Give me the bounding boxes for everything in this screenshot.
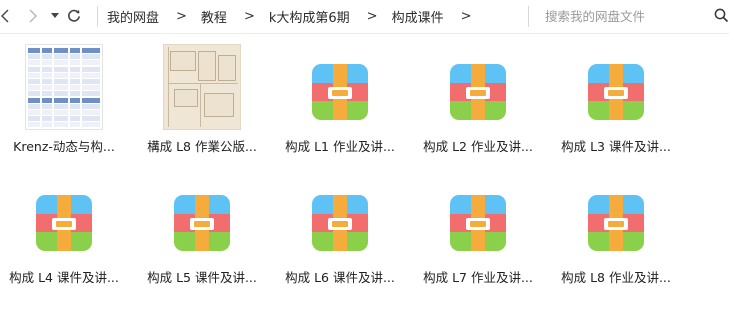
file-item-archive[interactable]: 构成 L4 课件及讲... xyxy=(0,165,133,295)
file-item-archive[interactable]: 构成 L7 作业及讲... xyxy=(409,165,547,295)
file-name: 构成 L5 课件及讲... xyxy=(147,270,257,285)
archive-icon xyxy=(588,64,644,120)
back-button[interactable] xyxy=(0,5,10,27)
file-thumbnail xyxy=(547,44,685,130)
file-item-spreadsheet[interactable]: Krenz-动态与构... xyxy=(0,34,133,164)
floorplan-thumbnail-icon xyxy=(163,44,241,130)
breadcrumb-separator-icon[interactable]: > xyxy=(244,9,255,24)
search-input[interactable] xyxy=(529,5,715,27)
file-item-archive[interactable]: 构成 L3 课件及讲... xyxy=(547,34,685,164)
caret-down-icon xyxy=(51,13,59,18)
file-item-archive[interactable]: 构成 L6 课件及讲... xyxy=(271,165,409,295)
breadcrumb-item-root[interactable]: 我的网盘 xyxy=(107,7,159,26)
file-name: 构成 L7 作业及讲... xyxy=(423,270,533,285)
breadcrumb: 我的网盘 > 教程 > k大构成第6期 > 构成课件 > xyxy=(107,0,485,33)
breadcrumb-separator-icon[interactable]: > xyxy=(367,9,378,24)
breadcrumb-item-course[interactable]: k大构成第6期 xyxy=(269,7,350,26)
archive-icon xyxy=(36,195,92,251)
file-name: 构成 L2 作业及讲... xyxy=(423,139,533,154)
search-box xyxy=(529,5,729,27)
chevron-right-icon xyxy=(29,9,37,23)
file-thumbnail xyxy=(0,175,133,261)
toolbar-divider xyxy=(97,6,98,27)
file-thumbnail xyxy=(0,44,133,130)
file-thumbnail xyxy=(271,44,409,130)
file-grid: Krenz-动态与构... 構成 L8 作業公版... 构成 L1 作业及讲..… xyxy=(0,34,729,309)
file-thumbnail xyxy=(133,44,271,130)
history-dropdown-button[interactable] xyxy=(49,5,61,27)
forward-button[interactable] xyxy=(27,5,39,27)
file-thumbnail xyxy=(409,175,547,261)
search-icon[interactable] xyxy=(714,8,729,23)
archive-icon xyxy=(588,195,644,251)
file-thumbnail xyxy=(547,175,685,261)
file-name: 构成 L8 作业及讲... xyxy=(561,270,671,285)
chevron-left-icon xyxy=(1,9,9,23)
file-item-archive[interactable]: 构成 L2 作业及讲... xyxy=(409,34,547,164)
toolbar: 我的网盘 > 教程 > k大构成第6期 > 构成课件 > xyxy=(0,0,729,34)
file-name: 构成 L1 作业及讲... xyxy=(285,139,395,154)
file-item-archive[interactable]: 构成 L8 作业及讲... xyxy=(547,165,685,295)
file-item-archive[interactable]: 构成 L5 课件及讲... xyxy=(133,165,271,295)
file-thumbnail xyxy=(133,175,271,261)
breadcrumb-separator-icon[interactable]: > xyxy=(176,9,187,24)
file-name: 構成 L8 作業公版... xyxy=(147,139,257,154)
file-name: 构成 L4 课件及讲... xyxy=(9,270,119,285)
archive-icon xyxy=(312,64,368,120)
archive-icon xyxy=(312,195,368,251)
file-name: Krenz-动态与构... xyxy=(13,139,115,154)
archive-icon xyxy=(174,195,230,251)
breadcrumb-separator-icon[interactable]: > xyxy=(461,9,472,24)
refresh-icon xyxy=(68,9,80,22)
breadcrumb-item-tutorials[interactable]: 教程 xyxy=(201,7,227,26)
file-item-floorplan[interactable]: 構成 L8 作業公版... xyxy=(133,34,271,164)
spreadsheet-thumbnail-icon xyxy=(25,44,103,130)
file-thumbnail xyxy=(409,44,547,130)
archive-icon xyxy=(450,64,506,120)
file-name: 构成 L3 课件及讲... xyxy=(561,139,671,154)
breadcrumb-item-current[interactable]: 构成课件 xyxy=(392,7,444,26)
file-thumbnail xyxy=(271,175,409,261)
archive-icon xyxy=(450,195,506,251)
refresh-button[interactable] xyxy=(66,5,82,27)
file-name: 构成 L6 课件及讲... xyxy=(285,270,395,285)
file-item-archive[interactable]: 构成 L1 作业及讲... xyxy=(271,34,409,164)
